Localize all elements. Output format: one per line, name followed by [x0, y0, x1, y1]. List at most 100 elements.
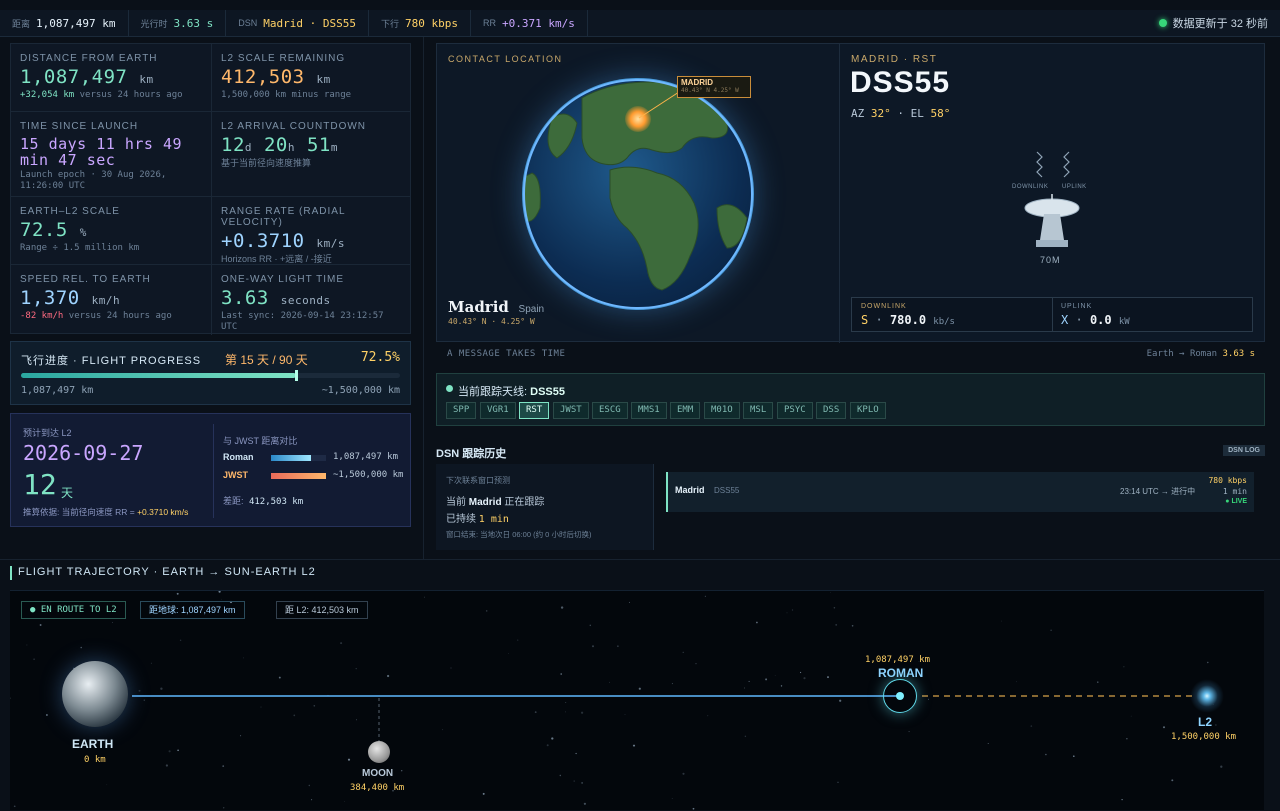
station-pointing: AZ 32° · EL 58°: [851, 107, 951, 120]
earth-label: EARTH: [72, 737, 114, 751]
now-city: Madrid: [468, 497, 502, 508]
status-dsn-value: Madrid · DSS55: [263, 16, 356, 30]
tracking-title-value: DSS55: [530, 386, 565, 398]
history-title: DSN 跟踪历史: [436, 448, 507, 460]
metric-value: +0.3710: [221, 230, 305, 252]
compare-diff: 差距: 412,503 km: [223, 494, 303, 507]
metric-label: DISTANCE FROM EARTH: [20, 53, 158, 64]
status-rr-value: +0.371 km/s: [502, 16, 575, 30]
dish-size: 70M: [1040, 255, 1061, 265]
progress-title: 飞行进度 · FLIGHT PROGRESS: [21, 355, 202, 367]
uplink-tag: UPLINK: [1062, 184, 1087, 190]
trajectory-path: [132, 695, 1196, 741]
forecast-box: 下次联系窗口预测 当前 Madrid 正在跟踪 已持续 1 min 窗口结束: …: [436, 464, 654, 550]
metric-value-row: 1,087,497 km: [20, 66, 202, 88]
now-suffix: 正在跟踪: [504, 497, 545, 508]
countdown-hours: 20: [263, 134, 288, 156]
roman-km: 1,087,497 km: [865, 655, 931, 665]
eta-basis-value: +0.3710 km/s: [137, 507, 189, 517]
tracking-chip[interactable]: ESCG: [592, 402, 628, 419]
tracking-chip[interactable]: DSS: [816, 402, 847, 419]
eta-label: 预计到达 L2: [23, 428, 72, 438]
status-distance-label: 距离: [12, 18, 31, 29]
message-right: Earth → Roman 3.63 s: [1147, 349, 1255, 359]
downlink-value: 780.0: [889, 313, 927, 327]
tracking-chip[interactable]: KPLO: [850, 402, 886, 419]
signal-waves-icon: [1036, 151, 1070, 178]
countdown-hours-unit: h: [287, 141, 295, 154]
status-down-label: 下行: [381, 18, 400, 29]
metric-unit: %: [79, 226, 87, 239]
tracking-chip[interactable]: MMS1: [631, 402, 667, 419]
uplink-unit: kW: [1118, 317, 1130, 327]
flight-progress-card: 飞行进度 · FLIGHT PROGRESS 第 15 天 / 90 天 72.…: [10, 341, 411, 405]
tracking-chip[interactable]: SPP: [446, 402, 477, 419]
link-divider: [1052, 298, 1053, 331]
l2-km: 1,500,000 km: [1171, 732, 1237, 742]
section-divider: [0, 559, 1280, 560]
progress-marker: [294, 370, 298, 381]
moon-label: MOON: [362, 768, 394, 779]
tracking-chip[interactable]: MSL: [743, 402, 774, 419]
eta-basis: 推算依据: 当前径向速度 RR = +0.3710 km/s: [23, 506, 188, 518]
metric-label: SPEED REL. TO EARTH: [20, 274, 151, 285]
compare-name: Roman: [223, 452, 254, 462]
metric-value: 3.63: [221, 287, 269, 309]
az-value: 32°: [870, 107, 891, 120]
metric-sub: Last sync: 2026-09-14 23:12:57 UTC: [221, 311, 384, 332]
location-callout: MADRID 40.43° N 4.25° W: [677, 76, 751, 98]
tracking-chip[interactable]: RST: [519, 402, 550, 419]
lasted-value: 1 min: [478, 514, 509, 525]
metric-l2-scale: L2 SCALE REMAINING 412,503 km 1,500,000 …: [211, 44, 411, 112]
metric-sub: Horizons RR · +远离 / -接近: [221, 254, 332, 264]
update-status: 数据更新于 32 秒前: [1147, 10, 1280, 36]
metric-label: TIME SINCE LAUNCH: [20, 121, 139, 132]
column-divider: [423, 37, 424, 559]
metric-label: L2 ARRIVAL COUNTDOWN: [221, 121, 367, 132]
countdown-days: 12: [221, 134, 245, 156]
status-light-value: 3.63 s: [173, 16, 214, 30]
progress-bar: [21, 370, 400, 381]
roman-spacecraft-icon[interactable]: [883, 679, 917, 713]
metric-sub: 1,500,000 km minus range: [221, 90, 352, 100]
tracking-chip[interactable]: PSYC: [777, 402, 813, 419]
roman-dot: [896, 692, 904, 700]
tracking-chip[interactable]: EMM: [670, 402, 701, 419]
compare-value: ~1,500,000 km: [333, 470, 404, 480]
message-right-prefix: Earth → Roman: [1146, 349, 1218, 359]
tracking-chip[interactable]: M01O: [704, 402, 740, 419]
tracking-chip[interactable]: JWST: [553, 402, 589, 419]
metric-value: 1,370: [20, 287, 80, 309]
status-light-time: 光行时 3.63 s: [129, 10, 227, 36]
metric-arrival-countdown: L2 ARRIVAL COUNTDOWN 12d 20h 51m 基于当前径向速…: [211, 112, 411, 197]
eta-divider: [213, 424, 214, 518]
compare-track: [271, 455, 326, 461]
metric-value-row: 72.5 %: [20, 219, 202, 241]
tracking-chip[interactable]: VGR1: [480, 402, 516, 419]
pass-live: ● LIVE: [1225, 498, 1247, 505]
forecast-now: 当前 Madrid 正在跟踪: [446, 493, 544, 508]
metric-value-row: 3.63 seconds: [221, 287, 402, 309]
metric-sub: Launch epoch · 30 Aug 2026, 11:26:00 UTC: [20, 170, 167, 191]
lasted-prefix: 已持续: [446, 514, 476, 525]
progress-left-label: 1,087,497 km: [21, 385, 94, 396]
contact-country: Spain: [518, 304, 545, 315]
status-range-rate: RR +0.371 km/s: [471, 10, 588, 36]
pass-city: Madrid: [675, 485, 705, 495]
metric-since-launch: TIME SINCE LAUNCH 15 days 11 hrs 49 min …: [11, 112, 211, 197]
metric-scale: EARTH–L2 SCALE 72.5 % Range ÷ 1.5 millio…: [11, 197, 211, 265]
moon-km: 384,400 km: [350, 783, 405, 793]
eta-basis-label: 推算依据: 当前径向速度 RR =: [23, 507, 135, 517]
status-rr-label: RR: [483, 18, 496, 28]
pass-row[interactable]: Madrid DSS55 23:14 UTC → 进行中 780 kbps 1 …: [666, 472, 1254, 512]
pass-station: DSS55: [714, 486, 740, 495]
message-delay-row: A MESSAGE TAKES TIME Earth → Roman 3.63 …: [436, 347, 1265, 363]
metric-value-row: 1,370 km/h: [20, 287, 202, 309]
status-downlink: 下行 780 kbps: [369, 10, 471, 36]
message-right-value: 3.63 s: [1222, 349, 1255, 359]
earth-icon: [62, 661, 128, 727]
pass-live-label: LIVE: [1231, 498, 1247, 505]
contact-panel: CONTACT LOCATION MADRID 40.43° N 4.25° W…: [436, 43, 1265, 343]
tracking-title-label: 当前跟踪天线:: [458, 386, 528, 398]
l2-label: L2: [1198, 715, 1213, 729]
